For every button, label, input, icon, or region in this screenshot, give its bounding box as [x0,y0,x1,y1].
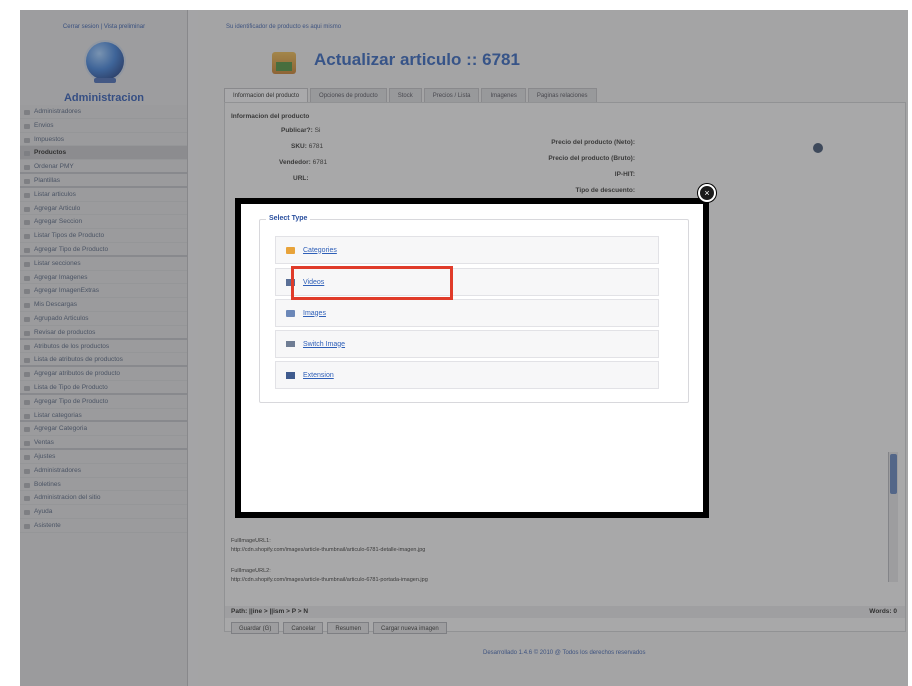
option-extension[interactable]: Extension [275,361,659,389]
option-switch-image[interactable]: Switch Image [275,330,659,358]
videos-highlight-box [291,266,453,300]
select-type-modal: Select Type Categories Videos Images Swi… [235,198,709,518]
option-categories[interactable]: Categories [275,236,659,264]
option-label[interactable]: Switch Image [303,341,345,348]
option-images[interactable]: Images [275,299,659,327]
close-icon[interactable]: × [698,184,716,202]
select-type-legend: Select Type [266,215,311,222]
option-label[interactable]: Images [303,310,326,317]
image-icon [286,309,295,317]
option-label[interactable]: Categories [303,247,337,254]
switch-image-icon [286,341,295,347]
extension-icon [286,371,295,379]
option-label[interactable]: Extension [303,372,334,379]
folder-icon [286,246,295,254]
